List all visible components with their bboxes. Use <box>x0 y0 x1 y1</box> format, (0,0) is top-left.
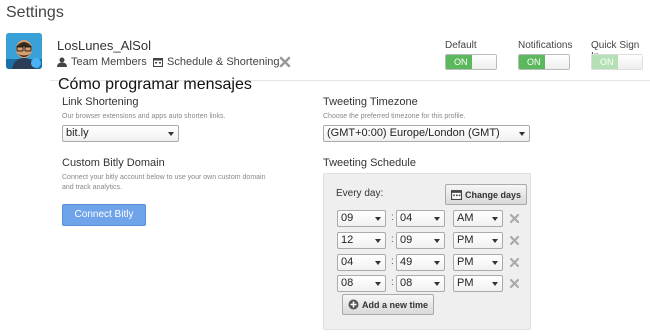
chevron-down-icon <box>492 261 498 265</box>
toggle-default[interactable]: ON <box>445 54 497 70</box>
select-value: 49 <box>400 256 413 268</box>
remove-time-icon[interactable] <box>510 258 519 267</box>
time-separator: : <box>391 277 394 288</box>
schedule-title: Tweeting Schedule <box>323 157 416 169</box>
add-time-button[interactable]: Add a new time <box>342 294 435 315</box>
minute-select[interactable]: 04 <box>396 210 445 227</box>
link-shortening-desc: Our browser extensions and apps auto sho… <box>62 113 226 120</box>
chevron-down-icon <box>434 261 440 265</box>
ampm-select[interactable]: PM <box>453 275 503 292</box>
remove-time-icon[interactable] <box>510 214 519 223</box>
ampm-select[interactable]: AM <box>453 210 503 227</box>
select-value: 08 <box>341 277 354 289</box>
hour-select[interactable]: 08 <box>337 275 386 292</box>
change-days-label: Change days <box>465 189 522 200</box>
select-value: 09 <box>400 234 413 246</box>
toggle-label-notifications: Notifications <box>518 40 573 51</box>
toggle-state: ON <box>519 55 545 69</box>
select-value: 08 <box>400 277 413 289</box>
tab-label: Team Members <box>71 56 147 68</box>
custom-domain-desc: Connect your bitly account below to use … <box>62 174 266 181</box>
select-value: PM <box>457 234 474 246</box>
overlay-heading: Cómo programar mensajes <box>58 76 252 93</box>
chevron-down-icon <box>519 132 525 136</box>
chevron-down-icon <box>492 282 498 286</box>
timezone-select[interactable]: (GMT+0:00) Europe/London (GMT) <box>323 125 530 142</box>
hour-select[interactable]: 12 <box>337 232 386 249</box>
calendar-icon <box>153 58 163 67</box>
select-value: 04 <box>400 212 413 224</box>
user-icon <box>57 57 67 67</box>
time-separator: : <box>391 234 394 245</box>
ampm-select[interactable]: PM <box>453 254 503 271</box>
chevron-down-icon <box>375 217 381 221</box>
time-separator: : <box>391 212 394 223</box>
chevron-down-icon <box>375 261 381 265</box>
change-days-button[interactable]: Change days <box>445 184 528 205</box>
minute-select[interactable]: 09 <box>396 232 445 249</box>
timezone-title: Tweeting Timezone <box>323 96 418 108</box>
select-value: 09 <box>341 212 354 224</box>
ampm-select[interactable]: PM <box>453 232 503 249</box>
select-value: bit.ly <box>66 127 89 139</box>
select-value: AM <box>457 212 474 224</box>
minute-select[interactable]: 08 <box>396 275 445 292</box>
connect-bitly-button[interactable]: Connect Bitly <box>62 204 146 226</box>
chevron-down-icon <box>375 239 381 243</box>
tab-label: Schedule & Shortening <box>167 56 280 68</box>
chevron-down-icon <box>375 282 381 286</box>
toggle-notifications[interactable]: ON <box>518 54 570 70</box>
select-value: 12 <box>341 234 354 246</box>
chevron-down-icon <box>168 132 174 136</box>
toggle-state: ON <box>446 55 472 69</box>
link-shortening-title: Link Shortening <box>62 96 139 108</box>
custom-domain-desc-2: and track analytics. <box>62 184 122 191</box>
timezone-desc: Choose the preferred timezone for this p… <box>323 113 466 120</box>
hour-select[interactable]: 04 <box>337 254 386 271</box>
chevron-down-icon <box>434 239 440 243</box>
tab-schedule-shortening[interactable]: Schedule & Shortening <box>153 56 280 68</box>
link-shortener-select[interactable]: bit.ly <box>62 125 179 142</box>
tab-team-members[interactable]: Team Members <box>57 56 147 68</box>
every-day-label: Every day: <box>336 188 384 199</box>
page-title: Settings <box>6 4 64 21</box>
remove-time-icon[interactable] <box>510 279 519 288</box>
chevron-down-icon <box>492 217 498 221</box>
select-value: PM <box>457 256 474 268</box>
toggle-label-default: Default <box>445 40 477 51</box>
select-value: (GMT+0:00) Europe/London (GMT) <box>327 127 500 139</box>
toggle-quick-sign-in: ON <box>591 54 643 70</box>
add-time-label: Add a new time <box>362 299 429 310</box>
select-value: PM <box>457 277 474 289</box>
minute-select[interactable]: 49 <box>396 254 445 271</box>
toggle-state: ON <box>592 55 618 69</box>
hour-select[interactable]: 09 <box>337 210 386 227</box>
profile-name: LosLunes_AlSol <box>57 38 151 53</box>
plus-circle-icon <box>348 299 359 310</box>
custom-domain-title: Custom Bitly Domain <box>62 157 165 169</box>
calendar-icon <box>451 190 462 200</box>
remove-time-icon[interactable] <box>510 236 519 245</box>
close-icon[interactable] <box>279 56 291 68</box>
chevron-down-icon <box>434 217 440 221</box>
chevron-down-icon <box>434 282 440 286</box>
chevron-down-icon <box>492 239 498 243</box>
select-value: 04 <box>341 256 354 268</box>
schedule-panel: Every day: Change days 09 : 04 AM 12 : 0… <box>323 173 531 330</box>
avatar <box>6 33 42 69</box>
time-separator: : <box>391 256 394 267</box>
